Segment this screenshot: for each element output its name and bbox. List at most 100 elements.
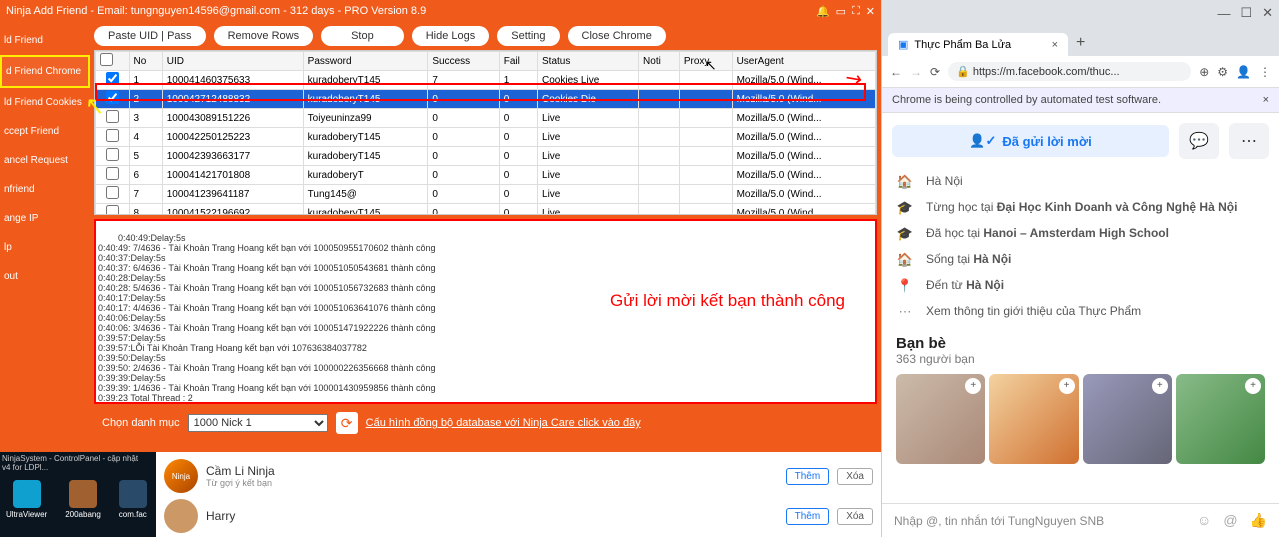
browser-close-icon[interactable]: ✕ bbox=[1262, 5, 1273, 21]
table-row[interactable]: 3100043089151226Toiyeuninza9900LiveMozil… bbox=[96, 109, 876, 128]
emoji-icon[interactable]: ☺ bbox=[1197, 512, 1211, 529]
table-row[interactable]: 5100042393663177kuradoberyT14500LiveMozi… bbox=[96, 147, 876, 166]
browser-minimize-icon[interactable]: — bbox=[1217, 6, 1230, 21]
paste-uid-button[interactable]: Paste UID | Pass bbox=[94, 26, 206, 46]
table-row[interactable]: 1100041460375633kuradoberyT14571Cookies … bbox=[96, 71, 876, 90]
sidebar-item[interactable]: ancel Request bbox=[0, 146, 90, 175]
browser-maximize-icon[interactable]: ☐ bbox=[1240, 5, 1252, 21]
messenger-button[interactable]: 💬 bbox=[1179, 123, 1219, 159]
taskbar-left: NinjaSystem - ControlPanel - cập nhật v4… bbox=[0, 452, 156, 537]
col-header[interactable]: UserAgent bbox=[732, 52, 875, 71]
desktop-icon[interactable]: UltraViewer bbox=[6, 480, 47, 519]
more-button[interactable]: ⋯ bbox=[1229, 123, 1269, 159]
accounts-grid[interactable]: NoUIDPasswordSuccessFailStatusNotiProxyU… bbox=[94, 50, 877, 215]
table-row[interactable]: 4100042250125223kuradoberyT14500LiveMozi… bbox=[96, 128, 876, 147]
add-button[interactable]: Thêm bbox=[786, 508, 830, 525]
col-header[interactable]: Success bbox=[428, 52, 499, 71]
add-button[interactable]: Thêm bbox=[786, 468, 830, 485]
app-icon bbox=[69, 480, 97, 508]
select-all-checkbox[interactable] bbox=[100, 53, 113, 66]
profile-info-row[interactable]: 🏠Sống tại Hà Nội bbox=[882, 247, 1279, 273]
like-icon[interactable]: 👍 bbox=[1250, 512, 1267, 529]
row-checkbox[interactable] bbox=[106, 205, 119, 215]
compose-placeholder[interactable]: Nhập @, tin nhắn tới TungNguyen SNB bbox=[894, 514, 1187, 528]
row-checkbox[interactable] bbox=[106, 129, 119, 142]
browser-tab[interactable]: ▣ Thực Phẩm Ba Lửa × bbox=[888, 33, 1068, 56]
desktop-icon[interactable]: 200abang bbox=[65, 480, 101, 519]
attach-icon[interactable]: @ bbox=[1223, 512, 1237, 529]
bell-icon[interactable]: 🔔 bbox=[816, 5, 830, 18]
back-icon[interactable]: ← bbox=[890, 65, 902, 79]
row-checkbox[interactable] bbox=[106, 148, 119, 161]
avatar[interactable] bbox=[164, 499, 198, 533]
tab-close-icon[interactable]: × bbox=[1052, 39, 1058, 51]
url-field[interactable]: 🔒 https://m.facebook.com/thuc... bbox=[948, 62, 1191, 81]
hide-logs-button[interactable]: Hide Logs bbox=[412, 26, 490, 46]
forward-icon[interactable]: → bbox=[910, 65, 922, 79]
maximize-icon[interactable]: ⛶ bbox=[852, 5, 860, 18]
new-tab-button[interactable]: + bbox=[1068, 30, 1093, 56]
stop-button[interactable]: Stop bbox=[321, 26, 404, 46]
sidebar-item[interactable]: nfriend bbox=[0, 175, 90, 204]
refresh-button[interactable]: ⟳ bbox=[336, 412, 358, 434]
category-select[interactable]: 1000 Nick 1 bbox=[188, 414, 328, 432]
col-header[interactable]: UID bbox=[162, 52, 303, 71]
col-header[interactable]: Status bbox=[538, 52, 639, 71]
row-checkbox[interactable] bbox=[106, 167, 119, 180]
profile-info-row[interactable]: 🎓Đã học tại Hanoi – Amsterdam High Schoo… bbox=[882, 221, 1279, 247]
desktop-taskbar: NinjaSystem - ControlPanel - cập nhật v4… bbox=[0, 452, 881, 537]
minimize-icon[interactable]: ▭ bbox=[836, 5, 846, 18]
menu-icon[interactable]: ⋮ bbox=[1259, 65, 1271, 79]
profile-info-row[interactable]: 🏠Hà Nội bbox=[882, 169, 1279, 195]
sidebar-item[interactable]: ld Friend Cookies bbox=[0, 88, 90, 117]
table-row[interactable]: 7100041239641187Tung145@00LiveMozilla/5.… bbox=[96, 185, 876, 204]
sidebar-item[interactable]: d Friend Chrome bbox=[0, 55, 90, 88]
table-row[interactable]: 2100042712488832kuradoberyT14500Cookies … bbox=[96, 90, 876, 109]
profile-info-row[interactable]: 📍Đến từ Hà Nội bbox=[882, 273, 1279, 299]
table-row[interactable]: 6100041421701808kuradoberyT00LiveMozilla… bbox=[96, 166, 876, 185]
config-link[interactable]: Cấu hình đồng bộ database với Ninja Care… bbox=[366, 417, 641, 429]
log-panel[interactable]: 0:40:49:Delay:5s 0:40:49: 7/4636 - Tài K… bbox=[94, 219, 877, 404]
col-header[interactable]: Fail bbox=[499, 52, 537, 71]
log-text: 0:40:49:Delay:5s 0:40:49: 7/4636 - Tài K… bbox=[98, 233, 585, 404]
col-header[interactable]: Proxy bbox=[679, 52, 732, 71]
row-checkbox[interactable] bbox=[106, 91, 119, 104]
reload-icon[interactable]: ⟳ bbox=[930, 65, 940, 79]
profile-info-row[interactable]: ⋯Xem thông tin giới thiệu của Thực Phẩm bbox=[882, 299, 1279, 325]
friends-section: Bạn bè 363 người bạn bbox=[882, 325, 1279, 370]
friend-photo[interactable]: + bbox=[1176, 374, 1265, 464]
remove-button[interactable]: Xóa bbox=[837, 468, 873, 485]
sidebar-item[interactable]: ld Friend bbox=[0, 26, 90, 55]
suggestion-row: NinjaCầm Li NinjaTừ gợi ý kết bạnThêmXóa bbox=[160, 456, 877, 496]
friend-request-bar: 👤✓Đã gửi lời mời 💬 ⋯ bbox=[882, 113, 1279, 169]
row-checkbox[interactable] bbox=[106, 72, 119, 85]
setting-button[interactable]: Setting bbox=[497, 26, 559, 46]
sent-request-button[interactable]: 👤✓Đã gửi lời mời bbox=[892, 125, 1169, 157]
sidebar-item[interactable]: ccept Friend bbox=[0, 117, 90, 146]
col-header[interactable]: No bbox=[129, 52, 162, 71]
desktop-icon[interactable]: com.fac bbox=[119, 480, 147, 519]
col-header[interactable] bbox=[96, 52, 130, 71]
row-checkbox[interactable] bbox=[106, 186, 119, 199]
sidebar-item[interactable]: ange IP bbox=[0, 204, 90, 233]
friend-photo[interactable]: + bbox=[896, 374, 985, 464]
avatar[interactable]: Ninja bbox=[164, 459, 198, 493]
close-chrome-button[interactable]: Close Chrome bbox=[568, 26, 666, 46]
friend-photo[interactable]: + bbox=[1083, 374, 1172, 464]
row-checkbox[interactable] bbox=[106, 110, 119, 123]
remove-button[interactable]: Xóa bbox=[837, 508, 873, 525]
col-header[interactable]: Password bbox=[303, 52, 428, 71]
avatar-icon[interactable]: 👤 bbox=[1236, 65, 1251, 79]
col-header[interactable]: Noti bbox=[639, 52, 680, 71]
sidebar-item[interactable]: out bbox=[0, 262, 90, 291]
sidebar-item[interactable]: lp bbox=[0, 233, 90, 262]
table-row[interactable]: 8100041522196692kuradoberyT14500LiveMozi… bbox=[96, 204, 876, 216]
friend-photo[interactable]: + bbox=[989, 374, 1078, 464]
profile-info-row[interactable]: 🎓Từng học tại Đại Học Kinh Doanh và Công… bbox=[882, 195, 1279, 221]
infobar-close-icon[interactable]: × bbox=[1263, 94, 1269, 106]
friends-title: Bạn bè bbox=[896, 335, 1265, 352]
translate-icon[interactable]: ⊕ bbox=[1199, 65, 1209, 79]
close-icon[interactable]: ✕ bbox=[866, 5, 875, 18]
puzzle-icon[interactable]: ⚙ bbox=[1217, 65, 1228, 79]
remove-rows-button[interactable]: Remove Rows bbox=[214, 26, 314, 46]
